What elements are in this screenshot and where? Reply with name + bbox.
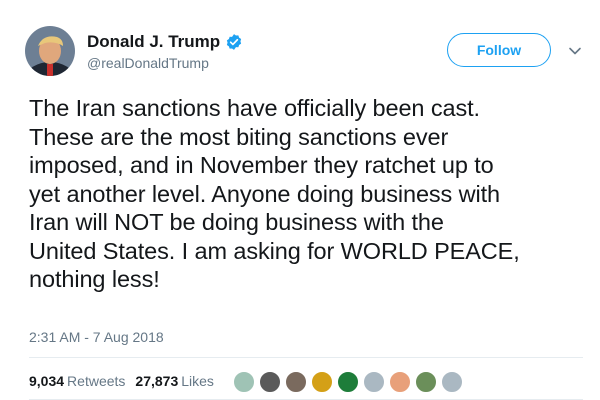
chevron-down-icon[interactable] (568, 44, 582, 56)
likes-count: 27,873 (135, 373, 179, 389)
liker-avatar-5[interactable] (337, 371, 359, 393)
liker-avatar-3[interactable] (285, 371, 307, 393)
liker-avatars (233, 369, 467, 395)
tweet-text: The Iran sanctions have officially been … (29, 95, 520, 292)
retweets-label: Retweets (67, 373, 126, 389)
avatar[interactable] (25, 26, 75, 76)
likes-stat[interactable]: 27,873 Likes (135, 373, 214, 389)
liker-avatar-4[interactable] (311, 371, 333, 393)
liker-avatar-9[interactable] (441, 371, 463, 393)
retweets-stat[interactable]: 9,034 Retweets (29, 373, 125, 389)
author-name-row[interactable]: Donald J. Trump (87, 31, 243, 53)
user-handle[interactable]: @realDonaldTrump (87, 55, 209, 71)
verified-badge-icon (225, 33, 243, 51)
liker-avatar-6[interactable] (363, 371, 385, 393)
divider (29, 357, 583, 358)
tweet-timestamp[interactable]: 2:31 AM - 7 Aug 2018 (29, 329, 164, 345)
liker-avatar-7[interactable] (389, 371, 411, 393)
likes-label: Likes (181, 373, 214, 389)
liker-avatar-8[interactable] (415, 371, 437, 393)
retweets-count: 9,034 (29, 373, 65, 389)
follow-button[interactable]: Follow (447, 33, 551, 67)
liker-avatar-2[interactable] (259, 371, 281, 393)
tweet-stats: 9,034 Retweets 27,873 Likes (29, 371, 224, 391)
display-name[interactable]: Donald J. Trump (87, 32, 220, 52)
liker-avatar-1[interactable] (233, 371, 255, 393)
tweet-card: Donald J. Trump @realDonaldTrump Follow … (0, 0, 600, 400)
